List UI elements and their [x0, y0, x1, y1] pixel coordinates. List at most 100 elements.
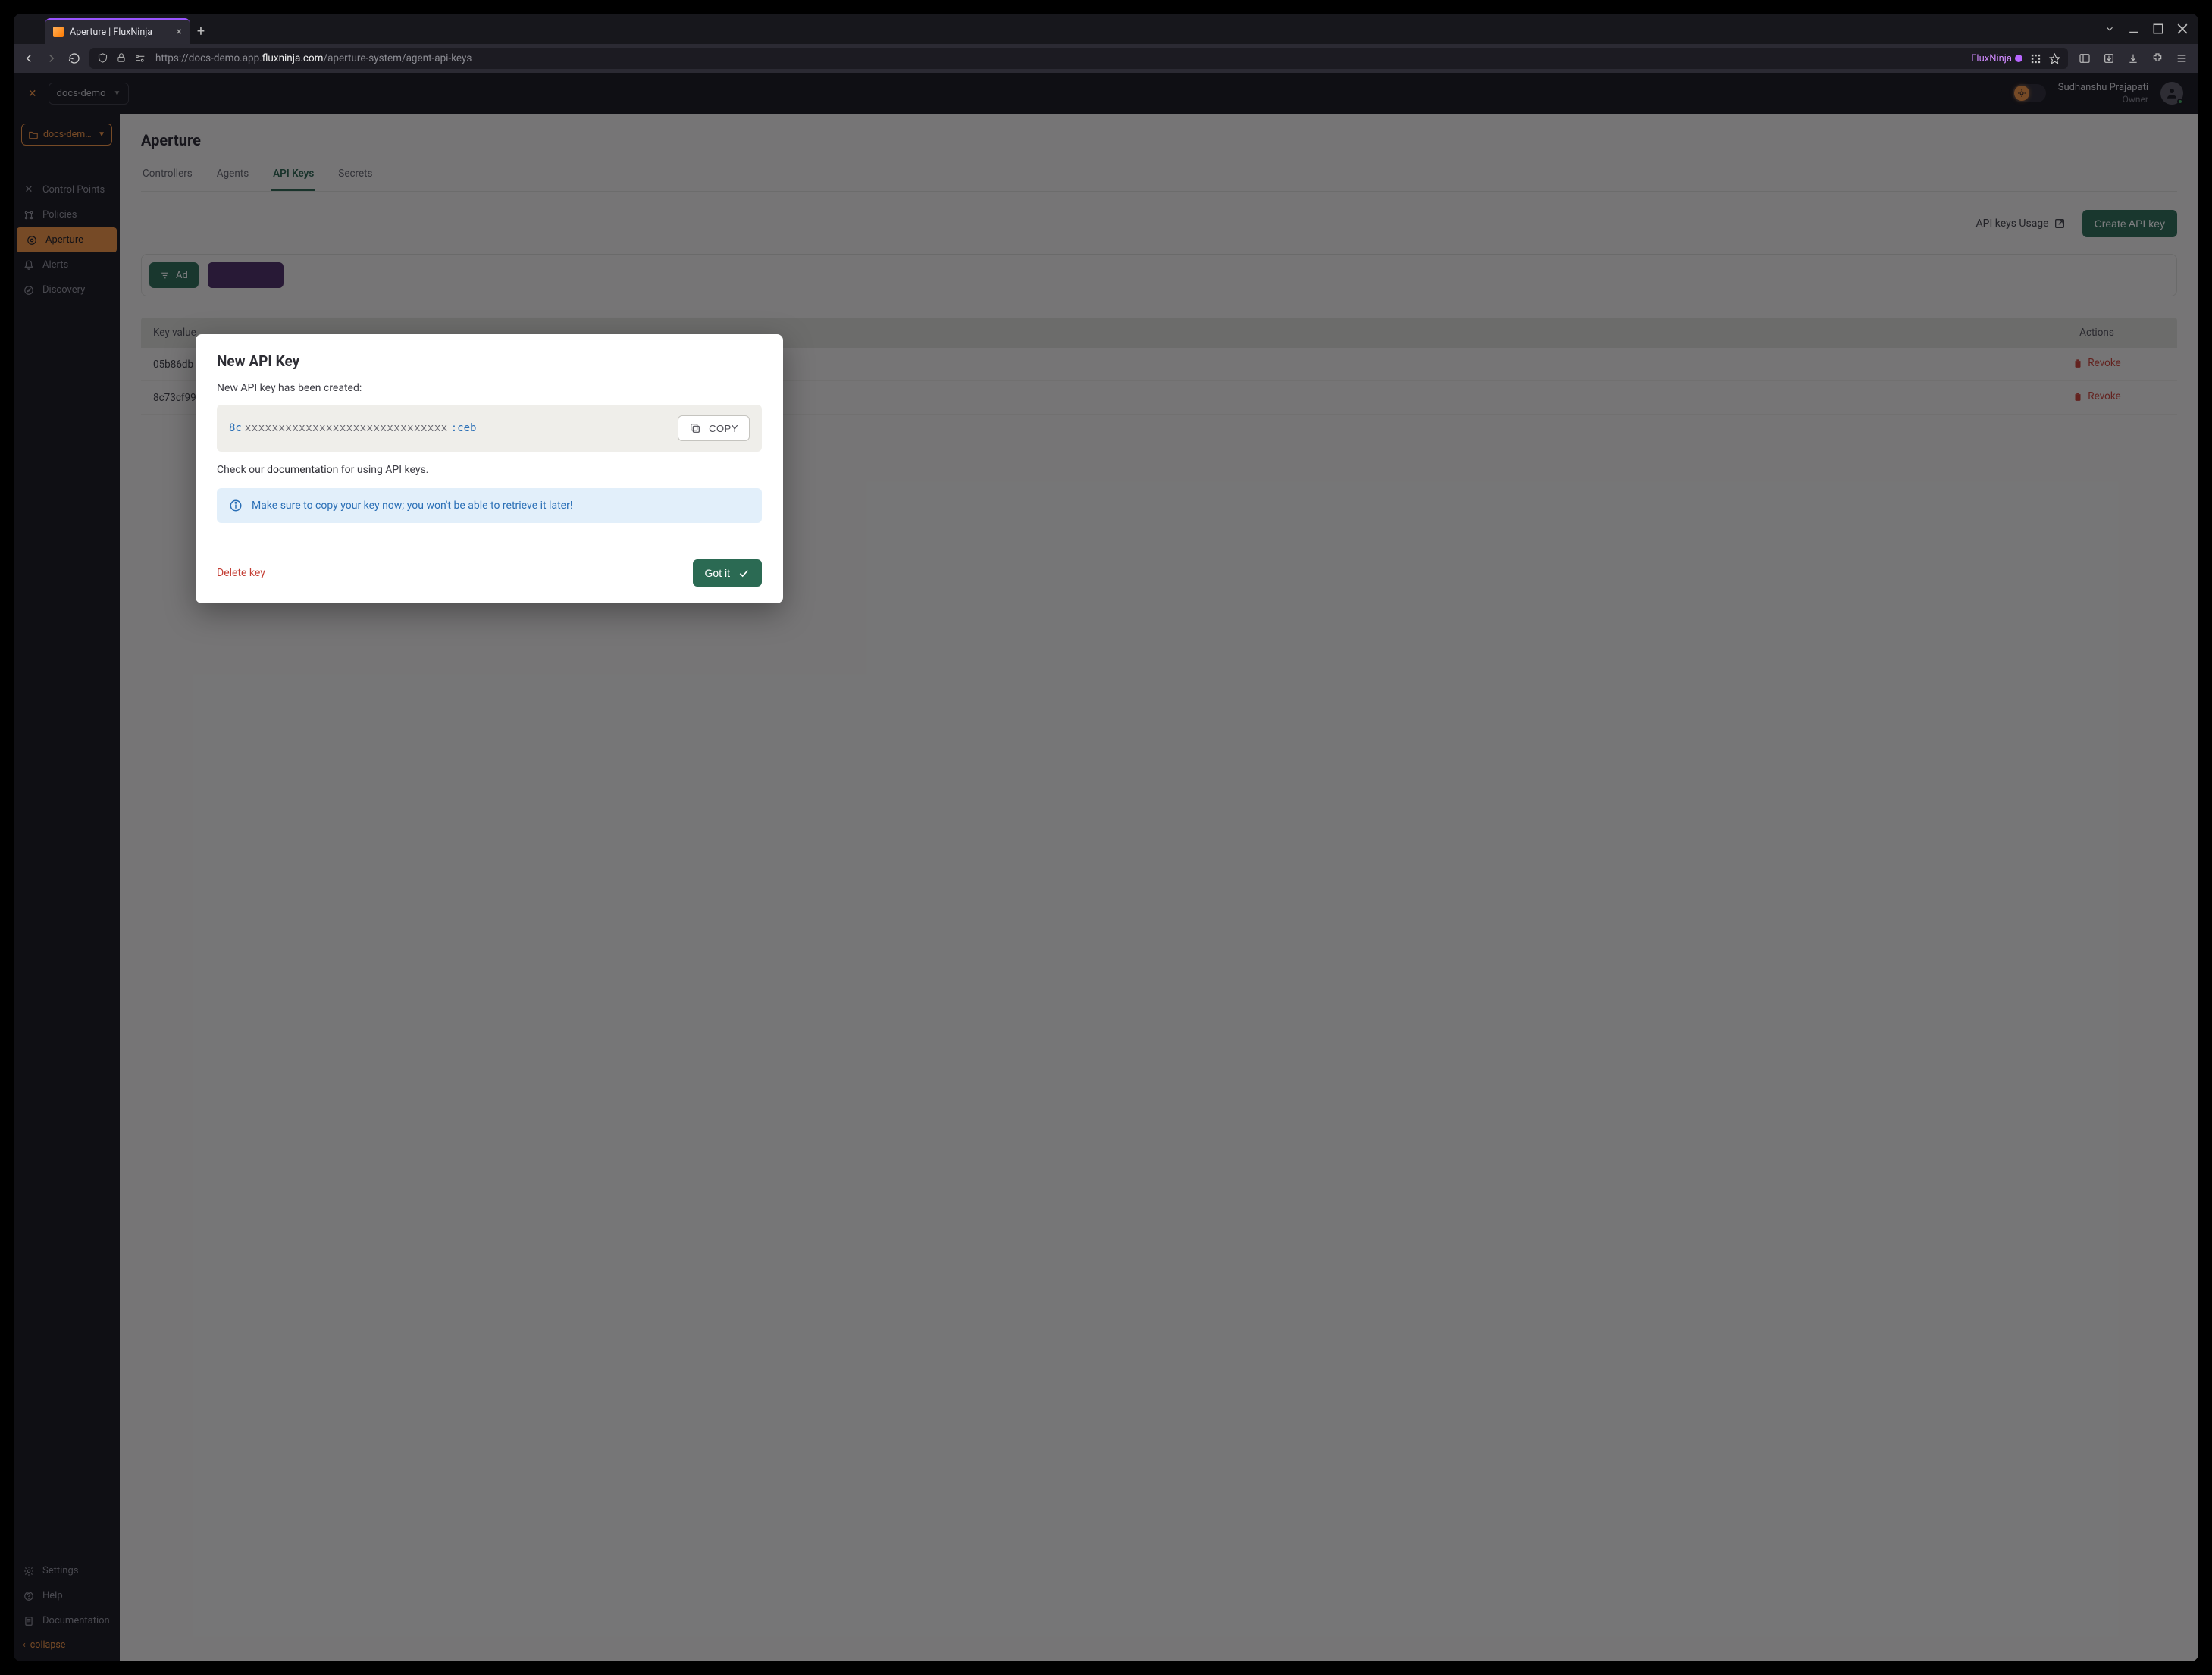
filter-chip[interactable]: Ad	[149, 262, 199, 288]
nav-forward-button[interactable]	[44, 52, 59, 65]
chevron-down-icon: ▼	[98, 130, 105, 139]
copy-icon	[689, 422, 701, 434]
key-mask: xxxxxxxxxxxxxxxxxxxxxxxxxxxxxx	[242, 422, 451, 434]
app-topbar: × docs-demo ▼ Sudhanshu Prajapati Owner	[14, 73, 2198, 114]
api-keys-usage-link[interactable]: API keys Usage	[1976, 218, 2066, 230]
sun-icon	[2014, 86, 2029, 101]
browser-tab[interactable]: Aperture | FluxNinja ×	[45, 18, 190, 44]
sidebar-item-label: Aperture	[45, 234, 83, 246]
window-maximize-icon[interactable]	[2153, 23, 2163, 34]
bookmark-star-icon[interactable]	[2049, 53, 2060, 64]
sidebar-item-label: Discovery	[42, 284, 85, 296]
permissions-icon[interactable]	[134, 52, 146, 64]
sidebar: docs-dem… ▼ ✕ Control Points Policies Ap…	[14, 114, 120, 1661]
sidebar-item-label: Settings	[42, 1565, 78, 1576]
theme-toggle[interactable]	[2013, 84, 2046, 102]
project-name: docs-demo	[57, 88, 106, 99]
documentation-line: Check our documentation for using API ke…	[217, 464, 762, 476]
sidebar-item-policies[interactable]: Policies	[14, 202, 120, 227]
documentation-link[interactable]: documentation	[267, 464, 338, 476]
url-text: https://docs-demo.app.fluxninja.com/aper…	[155, 52, 472, 64]
browser-tabbar: Aperture | FluxNinja × +	[14, 14, 2198, 44]
shield-icon	[97, 52, 108, 64]
sidebar-item-aperture[interactable]: Aperture	[17, 227, 117, 252]
sidebar-item-label: Help	[42, 1590, 63, 1601]
create-api-key-button[interactable]: Create API key	[2082, 210, 2177, 237]
new-tab-button[interactable]: +	[190, 18, 212, 44]
lock-icon	[116, 52, 127, 64]
sidebar-item-label: Documentation	[42, 1615, 110, 1626]
downloads-icon[interactable]	[2127, 52, 2139, 64]
gear-icon	[23, 1566, 35, 1576]
external-link-icon	[2054, 218, 2066, 230]
copy-label: COPY	[709, 423, 738, 434]
sidebar-project-label: docs-dem…	[43, 129, 92, 140]
collapse-label: collapse	[30, 1639, 66, 1651]
extensions-icon[interactable]	[2151, 52, 2163, 64]
window-minimize-icon[interactable]	[2129, 23, 2139, 34]
sidebar-panel-icon[interactable]	[2079, 52, 2091, 64]
got-it-button[interactable]: Got it	[693, 559, 762, 587]
help-icon	[23, 1591, 35, 1601]
revoke-label: Revoke	[2088, 357, 2120, 369]
nav-back-button[interactable]	[21, 52, 36, 65]
app-menu-icon[interactable]	[2176, 52, 2188, 64]
sidebar-item-label: Alerts	[42, 259, 68, 271]
user-role: Owner	[2058, 94, 2148, 105]
tab-secrets[interactable]: Secrets	[337, 168, 374, 191]
dialog-title: New API Key	[217, 352, 762, 370]
tab-controllers[interactable]: Controllers	[141, 168, 194, 191]
chevron-down-icon: ▼	[114, 89, 121, 98]
new-api-key-dialog: New API Key New API key has been created…	[196, 334, 783, 603]
revoke-button[interactable]: Revoke	[2073, 390, 2120, 402]
browser-urlbar: https://docs-demo.app.fluxninja.com/aper…	[14, 44, 2198, 73]
qr-icon[interactable]	[2030, 53, 2041, 64]
sidebar-collapse[interactable]: ‹ collapse	[14, 1633, 120, 1657]
chevron-left-icon: ‹	[23, 1639, 26, 1651]
sidebar-item-label: Control Points	[42, 184, 105, 196]
info-text: Make sure to copy your key now; you won'…	[252, 499, 572, 512]
revoke-button[interactable]: Revoke	[2073, 357, 2120, 369]
filter-chip-label: Ad	[176, 270, 188, 281]
gotit-label: Got it	[705, 567, 730, 579]
filter-chip-purple[interactable]	[208, 262, 284, 288]
window-close-icon[interactable]	[2177, 23, 2188, 34]
user-avatar[interactable]	[2160, 82, 2183, 105]
topbar-close-icon[interactable]: ×	[29, 86, 36, 102]
container-tag[interactable]: FluxNinja	[1971, 53, 2022, 64]
browser-window: Aperture | FluxNinja × + https://docs-de…	[14, 14, 2198, 1661]
tab-favicon	[53, 27, 64, 37]
policies-icon	[23, 210, 35, 221]
compass-icon	[23, 285, 35, 296]
sidebar-item-settings[interactable]: Settings	[14, 1558, 120, 1583]
sidebar-item-label: Policies	[42, 209, 77, 221]
doc-icon	[23, 1616, 35, 1626]
status-dot	[2177, 99, 2183, 105]
user-block: Sudhanshu Prajapati Owner	[2058, 82, 2148, 105]
tab-close-icon[interactable]: ×	[177, 26, 182, 38]
x-icon: ✕	[23, 184, 35, 196]
project-dropdown[interactable]: docs-demo ▼	[49, 83, 130, 105]
sidebar-item-documentation[interactable]: Documentation	[14, 1608, 120, 1633]
copy-button[interactable]: COPY	[678, 415, 750, 441]
sidebar-project-dropdown[interactable]: docs-dem… ▼	[21, 124, 112, 146]
save-page-icon[interactable]	[2103, 52, 2115, 64]
delete-key-button[interactable]: Delete key	[217, 567, 265, 579]
info-icon	[229, 499, 243, 512]
check-icon	[738, 567, 750, 579]
usage-link-label: API keys Usage	[1976, 218, 2049, 230]
tab-agents[interactable]: Agents	[215, 168, 250, 191]
sidebar-item-help[interactable]: Help	[14, 1583, 120, 1608]
user-name: Sudhanshu Prajapati	[2058, 82, 2148, 94]
nav-reload-button[interactable]	[67, 52, 82, 64]
key-suffix: :ceb	[451, 422, 477, 434]
tabs-dropdown-icon[interactable]	[2104, 23, 2115, 34]
sidebar-item-alerts[interactable]: Alerts	[14, 252, 120, 277]
url-field[interactable]: https://docs-demo.app.fluxninja.com/aper…	[89, 48, 2068, 69]
folder-icon	[28, 130, 39, 140]
info-alert: Make sure to copy your key now; you won'…	[217, 488, 762, 523]
sidebar-item-control-points[interactable]: ✕ Control Points	[14, 177, 120, 202]
sidebar-item-discovery[interactable]: Discovery	[14, 277, 120, 302]
page-tabs: Controllers Agents API Keys Secrets	[141, 168, 2177, 192]
tab-api-keys[interactable]: API Keys	[271, 168, 315, 191]
